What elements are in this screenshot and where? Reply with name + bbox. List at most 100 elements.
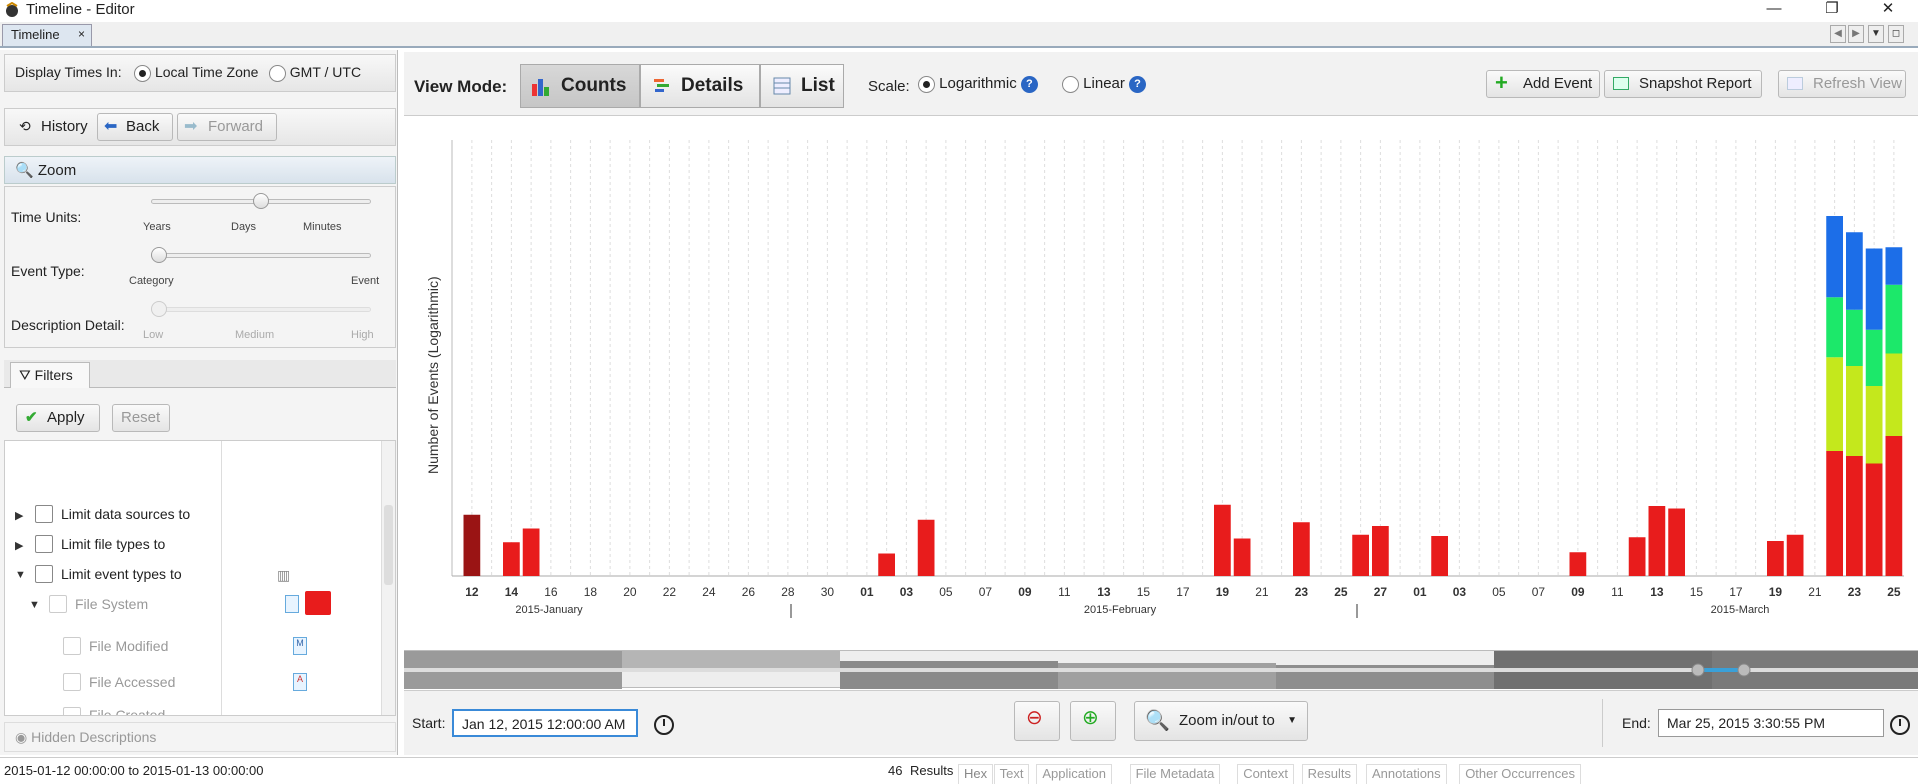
- bar-2015-03-09-red[interactable]: [1569, 552, 1587, 576]
- bar-2015-03-19-red[interactable]: [1767, 541, 1784, 576]
- start-date-field[interactable]: Jan 12, 2015 12:00:00 AM: [452, 709, 638, 737]
- list-mode-button[interactable]: List: [760, 64, 844, 108]
- bar-2015-02-26-red[interactable]: [1352, 534, 1369, 576]
- collapse-file-system-icon[interactable]: ▼: [29, 599, 40, 611]
- nav-right-handle[interactable]: [1737, 663, 1751, 677]
- content-tab-other-occurrences[interactable]: Other Occurrences: [1459, 764, 1582, 784]
- linear-help-icon[interactable]: ?: [1129, 75, 1147, 93]
- counts-mode-button[interactable]: Counts: [520, 64, 640, 108]
- event-type-slider[interactable]: [151, 253, 371, 258]
- range-navigator[interactable]: [404, 650, 1918, 689]
- description-detail-slider[interactable]: [151, 307, 371, 312]
- bar-2015-01-14-red[interactable]: [503, 542, 520, 576]
- minimize-button[interactable]: —: [1754, 0, 1794, 22]
- file-system-checkbox[interactable]: [49, 595, 67, 613]
- bar-2015-03-23-yellow[interactable]: [1846, 366, 1863, 456]
- local-time-radio[interactable]: [133, 64, 151, 82]
- content-tab-application[interactable]: Application: [1036, 764, 1112, 784]
- bar-2015-03-25-blue[interactable]: [1885, 247, 1903, 285]
- event-type-slider-thumb[interactable]: [151, 247, 167, 263]
- refresh-view-button[interactable]: Refresh View: [1778, 70, 1906, 98]
- counts-chart-svg[interactable]: Number of Events (Logarithmic) 12 14 16 18 2…: [404, 118, 1918, 650]
- bar-2015-02-20-red[interactable]: [1233, 538, 1251, 577]
- add-event-button[interactable]: + Add Event: [1486, 70, 1600, 98]
- tab-maximize-icon[interactable]: ◻: [1888, 25, 1904, 43]
- restore-button[interactable]: ❐: [1812, 0, 1852, 22]
- bar-2015-03-25-yellow[interactable]: [1885, 353, 1903, 437]
- description-detail-slider-thumb[interactable]: [151, 301, 167, 317]
- bar-2015-03-14-red[interactable]: [1668, 508, 1685, 577]
- file-types-checkbox[interactable]: [35, 535, 53, 553]
- apply-button[interactable]: ✔ Apply: [16, 404, 100, 432]
- zoom-in-out-dropdown[interactable]: 🔍 Zoom in/out to ▼: [1134, 701, 1308, 741]
- snapshot-report-button[interactable]: Snapshot Report: [1604, 70, 1762, 98]
- details-mode-button[interactable]: Details: [640, 64, 760, 108]
- back-button[interactable]: ⬅ Back: [97, 113, 173, 141]
- bar-2015-03-23-green[interactable]: [1846, 309, 1863, 366]
- bar-2015-03-22-red[interactable]: [1826, 451, 1843, 576]
- forward-button[interactable]: ➡ Forward: [177, 113, 277, 141]
- bar-2015-03-22-green[interactable]: [1826, 297, 1843, 358]
- bar-2015-02-23-red[interactable]: [1293, 522, 1310, 576]
- bar-2015-03-23-blue[interactable]: [1846, 232, 1863, 310]
- reset-button[interactable]: Reset: [112, 404, 170, 432]
- file-accessed-checkbox[interactable]: [63, 673, 81, 691]
- gmt-radio[interactable]: [268, 64, 286, 82]
- logarithmic-radio[interactable]: [918, 75, 935, 93]
- bar-2015-01-12-red[interactable]: [463, 514, 481, 576]
- expand-data-sources-icon[interactable]: ▶: [15, 509, 23, 522]
- bar-2015-03-25-green[interactable]: [1885, 284, 1903, 354]
- content-tab-hex[interactable]: Hex: [958, 764, 994, 784]
- bar-2015-03-24-yellow[interactable]: [1865, 386, 1883, 464]
- content-tab-context[interactable]: Context: [1237, 764, 1294, 784]
- bar-2015-03-22-yellow[interactable]: [1826, 357, 1843, 451]
- hidden-descriptions-header[interactable]: ◉ Hidden Descriptions: [4, 722, 396, 752]
- logarithmic-help-icon[interactable]: ?: [1020, 75, 1038, 93]
- nav-left-handle[interactable]: [1691, 663, 1705, 677]
- linear-radio[interactable]: [1062, 75, 1079, 93]
- start-clock-icon[interactable]: [654, 715, 674, 735]
- zoom-in-button[interactable]: ⊕: [1070, 701, 1116, 741]
- bar-2015-03-24-blue[interactable]: [1865, 248, 1883, 330]
- x-tick-label: 21: [1255, 585, 1269, 599]
- bar-2015-02-02-red[interactable]: [878, 553, 895, 577]
- tab-timeline[interactable]: Timeline ×: [2, 24, 92, 46]
- bar-2015-02-19-red[interactable]: [1214, 504, 1231, 576]
- file-modified-checkbox[interactable]: [63, 637, 81, 655]
- event-types-checkbox[interactable]: [35, 565, 53, 583]
- end-date-field[interactable]: Mar 25, 2015 3:30:55 PM: [1658, 709, 1884, 737]
- time-units-slider-thumb[interactable]: [253, 193, 269, 209]
- bar-2015-03-02-red[interactable]: [1431, 536, 1448, 576]
- file-created-checkbox[interactable]: [63, 707, 81, 715]
- bar-2015-03-12-red[interactable]: [1628, 537, 1646, 576]
- tab-close-icon[interactable]: ×: [78, 27, 85, 41]
- bar-2015-03-22-blue[interactable]: [1826, 216, 1843, 298]
- bar-2015-03-20-red[interactable]: [1786, 534, 1804, 576]
- bar-2015-02-04-red[interactable]: [917, 519, 935, 576]
- content-tab-file-metadata[interactable]: File Metadata: [1129, 764, 1221, 784]
- x-tick-label: 11: [1611, 585, 1624, 599]
- close-button[interactable]: ✕: [1868, 0, 1908, 22]
- expand-file-types-icon[interactable]: ▶: [15, 539, 23, 552]
- bar-2015-03-24-green[interactable]: [1865, 329, 1883, 386]
- bar-2015-01-15-red[interactable]: [522, 528, 540, 577]
- zoom-out-button[interactable]: ⊖: [1014, 701, 1060, 741]
- content-tab-text[interactable]: Text: [993, 764, 1030, 784]
- content-tab-results[interactable]: Results: [1301, 764, 1357, 784]
- content-tab-annotations[interactable]: Annotations: [1366, 764, 1447, 784]
- end-clock-icon[interactable]: [1890, 715, 1910, 735]
- tab-list-dropdown-icon[interactable]: ▼: [1868, 25, 1884, 43]
- bar-2015-03-25-red[interactable]: [1885, 436, 1903, 576]
- tab-scroll-left-icon[interactable]: ◀: [1830, 25, 1846, 43]
- tab-scroll-right-icon[interactable]: ▶: [1848, 25, 1864, 43]
- bar-2015-03-23-red[interactable]: [1846, 456, 1863, 576]
- zoom-section-header[interactable]: 🔍 Zoom: [4, 156, 396, 184]
- filters-tab[interactable]: ⛛ Filters: [10, 362, 90, 388]
- filter-tree-scrollbar-thumb[interactable]: [384, 505, 393, 585]
- bar-2015-03-13-red[interactable]: [1648, 506, 1666, 576]
- collapse-event-types-icon[interactable]: ▼: [15, 569, 26, 581]
- bar-2015-03-24-red[interactable]: [1865, 463, 1883, 577]
- bar-2015-02-27-red[interactable]: [1372, 526, 1389, 576]
- data-sources-checkbox[interactable]: [35, 505, 53, 523]
- filter-tree-scrollbar[interactable]: [381, 441, 395, 715]
